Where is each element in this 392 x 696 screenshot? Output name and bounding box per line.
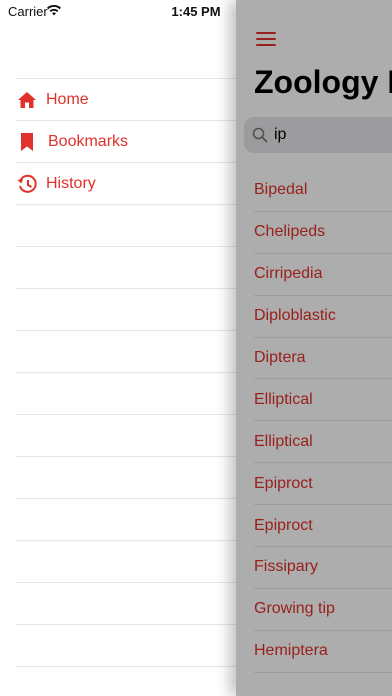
history-icon — [16, 173, 38, 195]
term-label: Diptera — [254, 349, 306, 366]
list-item[interactable]: Elliptical — [254, 379, 392, 422]
menu-item-home[interactable]: Home — [16, 78, 240, 120]
status-bar: Carrier 1:45 PM — [0, 0, 392, 24]
menu-list: Home Bookmarks History — [16, 78, 240, 696]
search-input[interactable] — [274, 125, 392, 145]
empty-row — [16, 330, 240, 372]
list-item[interactable]: Chelipeds — [254, 212, 392, 254]
empty-row — [16, 624, 240, 666]
term-label: Elliptical — [254, 432, 313, 450]
list-item[interactable]: Bipedal — [254, 170, 392, 212]
list-item[interactable]: Epiproct — [254, 463, 392, 506]
term-label: Elliptical — [254, 390, 313, 408]
menu-item-label: History — [46, 174, 96, 192]
search-icon — [252, 127, 268, 143]
term-label: Bipedal — [254, 181, 308, 199]
list-item[interactable]: Growing tip — [254, 589, 392, 631]
term-label: Cirripedia — [254, 265, 323, 283]
page-title: Zoology D — [254, 64, 392, 100]
empty-row — [16, 498, 240, 540]
empty-row — [16, 666, 240, 696]
term-label: Diploblastic — [254, 307, 336, 325]
list-item[interactable]: Hemiptera — [254, 631, 392, 673]
empty-row — [16, 582, 240, 624]
empty-row — [16, 372, 240, 414]
empty-row — [16, 288, 240, 330]
empty-row — [16, 204, 240, 246]
list-item[interactable]: Epiproct — [254, 505, 392, 548]
empty-row — [16, 456, 240, 498]
search-bar[interactable] — [244, 117, 392, 153]
term-label: Epiproct — [254, 474, 313, 492]
bookmark-icon — [16, 131, 38, 153]
main-panel[interactable]: Zoology D Bipedal Chelipeds Cirripedia D… — [236, 0, 392, 696]
list-item[interactable]: Fissipary — [254, 547, 392, 589]
empty-row — [16, 246, 240, 288]
menu-item-bookmarks[interactable]: Bookmarks — [16, 120, 240, 162]
term-label: Hemiptera — [254, 642, 328, 660]
menu-item-label: Home — [46, 90, 89, 108]
menu-item-history[interactable]: History — [16, 162, 240, 204]
menu-item-label: Bookmarks — [48, 132, 129, 150]
term-label: Fissipary — [254, 558, 319, 576]
empty-row — [16, 414, 240, 456]
list-item[interactable]: Elliptical — [254, 421, 392, 464]
term-label: Chelipeds — [254, 223, 326, 241]
term-label: Epiproct — [254, 516, 313, 534]
results-list: Bipedal Chelipeds Cirripedia Diploblasti… — [254, 170, 392, 673]
empty-row — [16, 540, 240, 582]
side-menu: Home Bookmarks History — [0, 0, 240, 696]
term-label: Growing tip — [254, 600, 335, 618]
home-icon — [16, 89, 38, 111]
clock: 1:45 PM — [171, 4, 221, 19]
list-item[interactable]: Cirripedia — [254, 254, 392, 296]
list-item[interactable]: Diploblastic — [254, 296, 392, 338]
hamburger-menu-icon[interactable] — [256, 32, 276, 48]
list-item[interactable]: Diptera — [254, 338, 392, 380]
